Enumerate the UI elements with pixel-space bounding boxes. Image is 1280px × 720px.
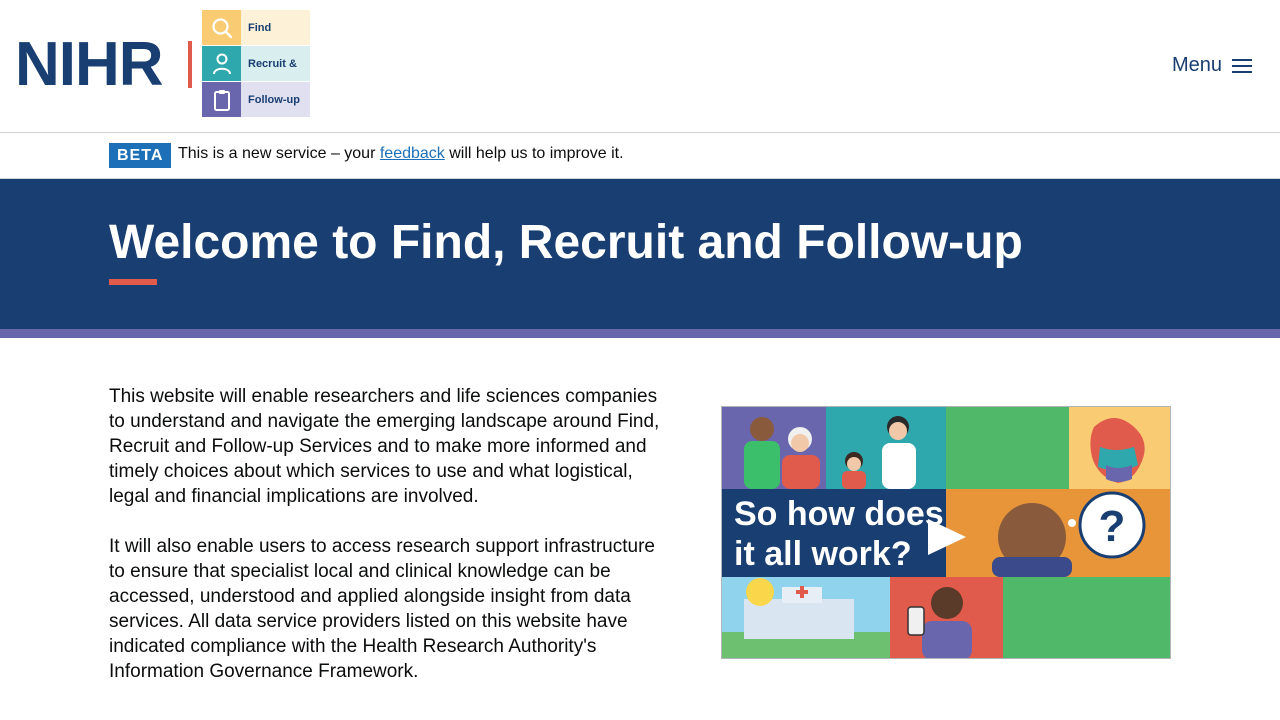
menu-button[interactable]: Menu xyxy=(1172,54,1252,77)
tile-followup: Follow-up xyxy=(202,82,310,117)
search-icon xyxy=(202,10,241,45)
tile-followup-label: Follow-up xyxy=(241,82,310,117)
tile-recruit-label: Recruit & xyxy=(241,46,310,81)
intro-paragraph: This website will enable researchers and… xyxy=(109,386,660,507)
intro-content: This website will enable researchers and… xyxy=(109,384,669,709)
tile-find: Find xyxy=(202,10,310,45)
video-caption-line1: So how does xyxy=(734,495,944,533)
person-icon xyxy=(202,46,241,81)
title-underline xyxy=(109,279,157,285)
video-player[interactable]: So how does it all work? ? xyxy=(721,406,1171,659)
clipboard-icon xyxy=(202,82,241,117)
beta-banner: BETA This is a new service – your feedba… xyxy=(0,133,1280,179)
nihr-wordmark: NIHR xyxy=(15,30,164,99)
beta-text-after: will help us to improve it. xyxy=(444,145,624,162)
video-caption-line2: it all work? xyxy=(734,535,912,573)
feedback-link[interactable]: feedback xyxy=(380,145,445,162)
intro-paragraph: It will also enable users to access rese… xyxy=(109,536,655,682)
hamburger-icon xyxy=(1232,58,1252,74)
beta-text-before: This is a new service – your xyxy=(178,145,380,162)
site-header: NIHR Find Recruit & Follow-up Menu xyxy=(0,0,1280,133)
beta-tag: BETA xyxy=(109,143,172,168)
page-title: Welcome to Find, Recruit and Follow-up xyxy=(109,216,1023,269)
logo-tiles: Find Recruit & Follow-up xyxy=(202,10,310,117)
tile-recruit: Recruit & xyxy=(202,46,310,81)
hero-banner: Welcome to Find, Recruit and Follow-up xyxy=(0,179,1280,329)
tile-find-label: Find xyxy=(241,10,310,45)
video-thumbnail: So how does it all work? ? xyxy=(722,407,1170,658)
logo-divider xyxy=(188,41,192,88)
menu-label: Menu xyxy=(1171,54,1222,76)
beta-message: This is a new service – your feedback wi… xyxy=(178,145,624,163)
hero-band xyxy=(0,329,1280,338)
question-mark: ? xyxy=(1099,502,1126,551)
nihr-logo[interactable]: NIHR Find Recruit & Follow-up xyxy=(15,10,315,118)
